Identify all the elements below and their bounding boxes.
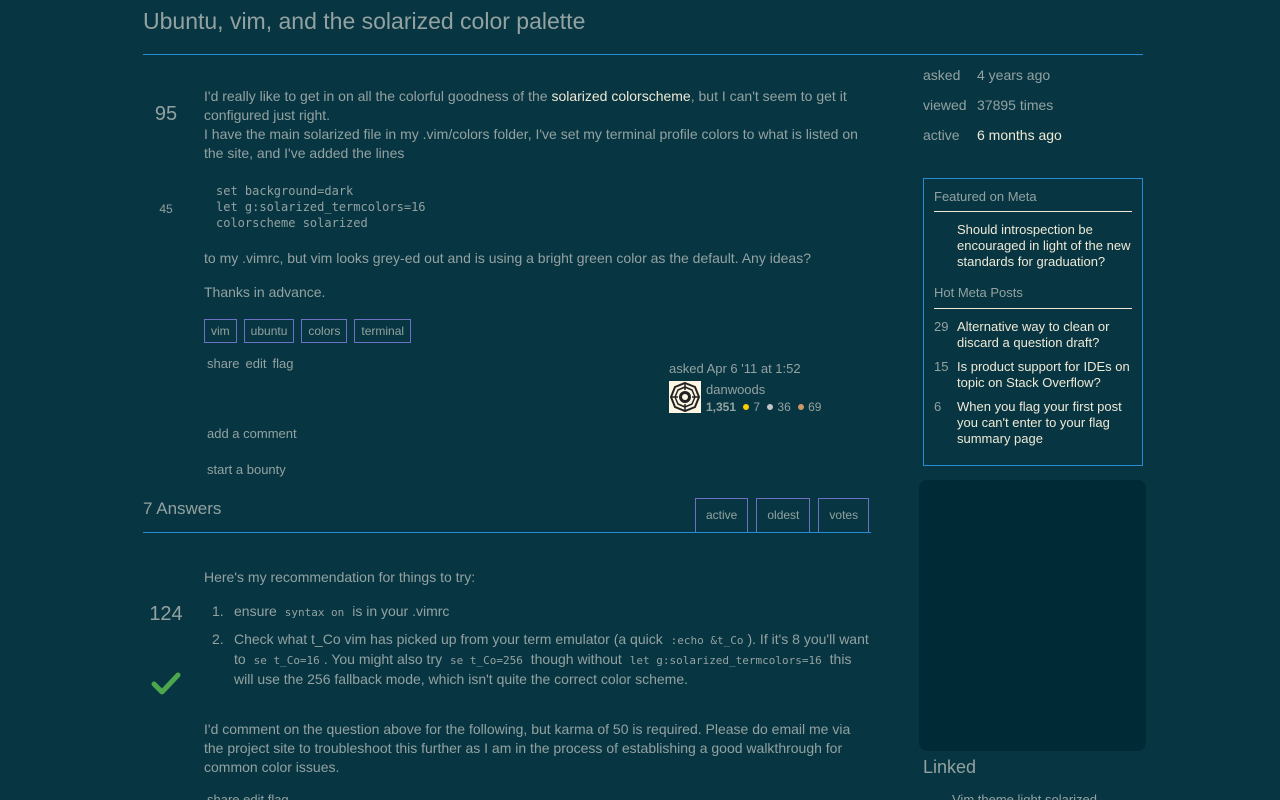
list-number: 2. (212, 631, 224, 647)
list-item: 2. Check what t_Co vim has picked up fro… (212, 630, 869, 689)
linked-heading: Linked (923, 757, 977, 777)
stat-viewed: viewed 37895 times (923, 97, 1062, 127)
stat-label: viewed (923, 97, 967, 113)
tab-oldest[interactable]: oldest (756, 498, 811, 533)
featured-meta-heading: Featured on Meta (934, 189, 1037, 204)
inline-code: let g:solarized_termcolors=16 (629, 654, 822, 667)
hot-meta-item[interactable]: 15 Is product support for IDEs on topic … (934, 359, 1134, 391)
answer-text: ensure (234, 603, 281, 619)
hot-meta-count: 29 (934, 319, 949, 334)
answers-divider (143, 532, 871, 533)
tag-vim[interactable]: vim (204, 319, 237, 343)
avatar[interactable] (669, 381, 701, 413)
share-link[interactable]: share (207, 356, 240, 371)
owner-username[interactable]: danwoods (706, 382, 765, 397)
silver-badge-count: 36 (777, 400, 791, 414)
answer-sort-tabs: active oldest votes (695, 498, 870, 533)
question-paragraph-1: I'd really like to get in on all the col… (204, 87, 869, 125)
question-paragraph-3: to my .vimrc, but vim looks grey-ed out … (204, 250, 811, 266)
ad-placeholder (919, 480, 1146, 751)
tag-ubuntu[interactable]: ubuntu (243, 319, 295, 343)
stat-value: 37895 times (977, 97, 1054, 113)
question-paragraph-4: Thanks in advance. (204, 284, 326, 300)
inline-code: syntax on (284, 606, 345, 619)
hot-meta-title[interactable]: Alternative way to clean or discard a qu… (957, 319, 1135, 351)
meta-divider (934, 211, 1132, 212)
answer-closing: I'd comment on the question above for th… (204, 721, 851, 775)
asked-timestamp: asked Apr 6 '11 at 1:52 (669, 361, 801, 376)
owner-reputation: 1,351 7 36 69 (706, 400, 821, 414)
stat-asked: asked 4 years ago (923, 67, 1062, 97)
answer-post-menu[interactable]: share edit flag (207, 792, 289, 800)
gold-badge-icon (743, 404, 750, 410)
hot-meta-title[interactable]: Is product support for IDEs on topic on … (957, 359, 1135, 391)
featured-meta-title[interactable]: Should introspection be encouraged in li… (957, 222, 1135, 270)
question-body: I'd really like to get in on all the col… (204, 87, 869, 163)
stat-value: 4 years ago (977, 67, 1051, 83)
question-title[interactable]: Ubuntu, vim, and the solarized color pal… (143, 8, 585, 35)
list-item: 1. ensure syntax on is in your .vimrc (212, 602, 869, 622)
stat-value[interactable]: 6 months ago (977, 127, 1062, 157)
answer-text: . You might also try (323, 651, 446, 667)
add-comment-link[interactable]: add a comment (207, 426, 297, 441)
inline-code: se t_Co=256 (450, 654, 523, 667)
title-divider (143, 54, 1143, 55)
answers-heading: 7 Answers (143, 499, 222, 518)
answer-steps-list: 1. ensure syntax on is in your .vimrc 2.… (212, 602, 869, 697)
tab-votes[interactable]: votes (818, 498, 870, 533)
inline-code: :echo &t_Co (670, 634, 744, 647)
silver-badge-icon (767, 404, 774, 410)
edit-link[interactable]: edit (246, 356, 267, 371)
stat-label: asked (923, 67, 961, 83)
bronze-badge-icon (798, 404, 805, 410)
solarized-link[interactable]: solarized colorscheme (551, 88, 690, 104)
meta-divider (934, 308, 1132, 309)
question-vote-count: 95 (154, 103, 178, 125)
reputation-score: 1,351 (706, 400, 737, 414)
stat-label: active (923, 127, 960, 143)
dharma-logo-icon (669, 381, 701, 413)
question-page: Ubuntu, vim, and the solarized color pal… (0, 0, 1280, 800)
code-block: set background=dark let g:solarized_term… (216, 184, 426, 230)
hot-meta-item[interactable]: 6 When you flag your first post you can'… (934, 399, 1134, 447)
flag-link[interactable]: flag (273, 356, 294, 371)
linked-question-link[interactable]: Vim theme light solarized (952, 792, 1097, 800)
question-paragraph-2: I have the main solarized file in my .vi… (204, 126, 858, 161)
answer-intro: Here's my recommendation for things to t… (204, 569, 476, 585)
answer-vote-count: 124 (149, 603, 183, 625)
question-text: I'd really like to get in on all the col… (204, 88, 552, 104)
hot-meta-title[interactable]: When you flag your first post you can't … (957, 399, 1135, 447)
hot-meta-heading: Hot Meta Posts (934, 285, 1023, 300)
question-favorite-count: 45 (159, 202, 173, 216)
hot-meta-count: 6 (934, 399, 942, 414)
question-stats: asked 4 years ago viewed 37895 times act… (923, 67, 1062, 157)
stat-active: active 6 months ago (923, 127, 1062, 157)
answer-text: is in your .vimrc (348, 603, 450, 619)
question-post-menu: share edit flag (207, 356, 293, 371)
start-bounty-link[interactable]: start a bounty (207, 462, 286, 477)
tag-colors[interactable]: colors (301, 319, 348, 343)
list-number: 1. (212, 603, 224, 619)
answer-text: Check what t_Co vim has picked up from y… (234, 631, 667, 647)
tag-terminal[interactable]: terminal (354, 319, 412, 343)
hot-meta-count: 15 (934, 359, 949, 374)
question-owner-card: asked Apr 6 '11 at 1:52 danwoods 1,351 7… (669, 361, 869, 414)
featured-meta-item[interactable]: Should introspection be encouraged in li… (934, 222, 1134, 270)
tag-list: vim ubuntu colors terminal (204, 319, 412, 343)
hot-meta-item[interactable]: 29 Alternative way to clean or discard a… (934, 319, 1134, 351)
accepted-check-icon (151, 672, 181, 695)
answer-text: though without (526, 651, 626, 667)
inline-code: se t_Co=16 (253, 654, 320, 667)
tab-active[interactable]: active (695, 498, 749, 533)
gold-badge-count: 7 (753, 400, 761, 414)
meta-sidebar-box: Featured on Meta Should introspection be… (923, 178, 1143, 466)
bronze-badge-count: 69 (808, 400, 822, 414)
